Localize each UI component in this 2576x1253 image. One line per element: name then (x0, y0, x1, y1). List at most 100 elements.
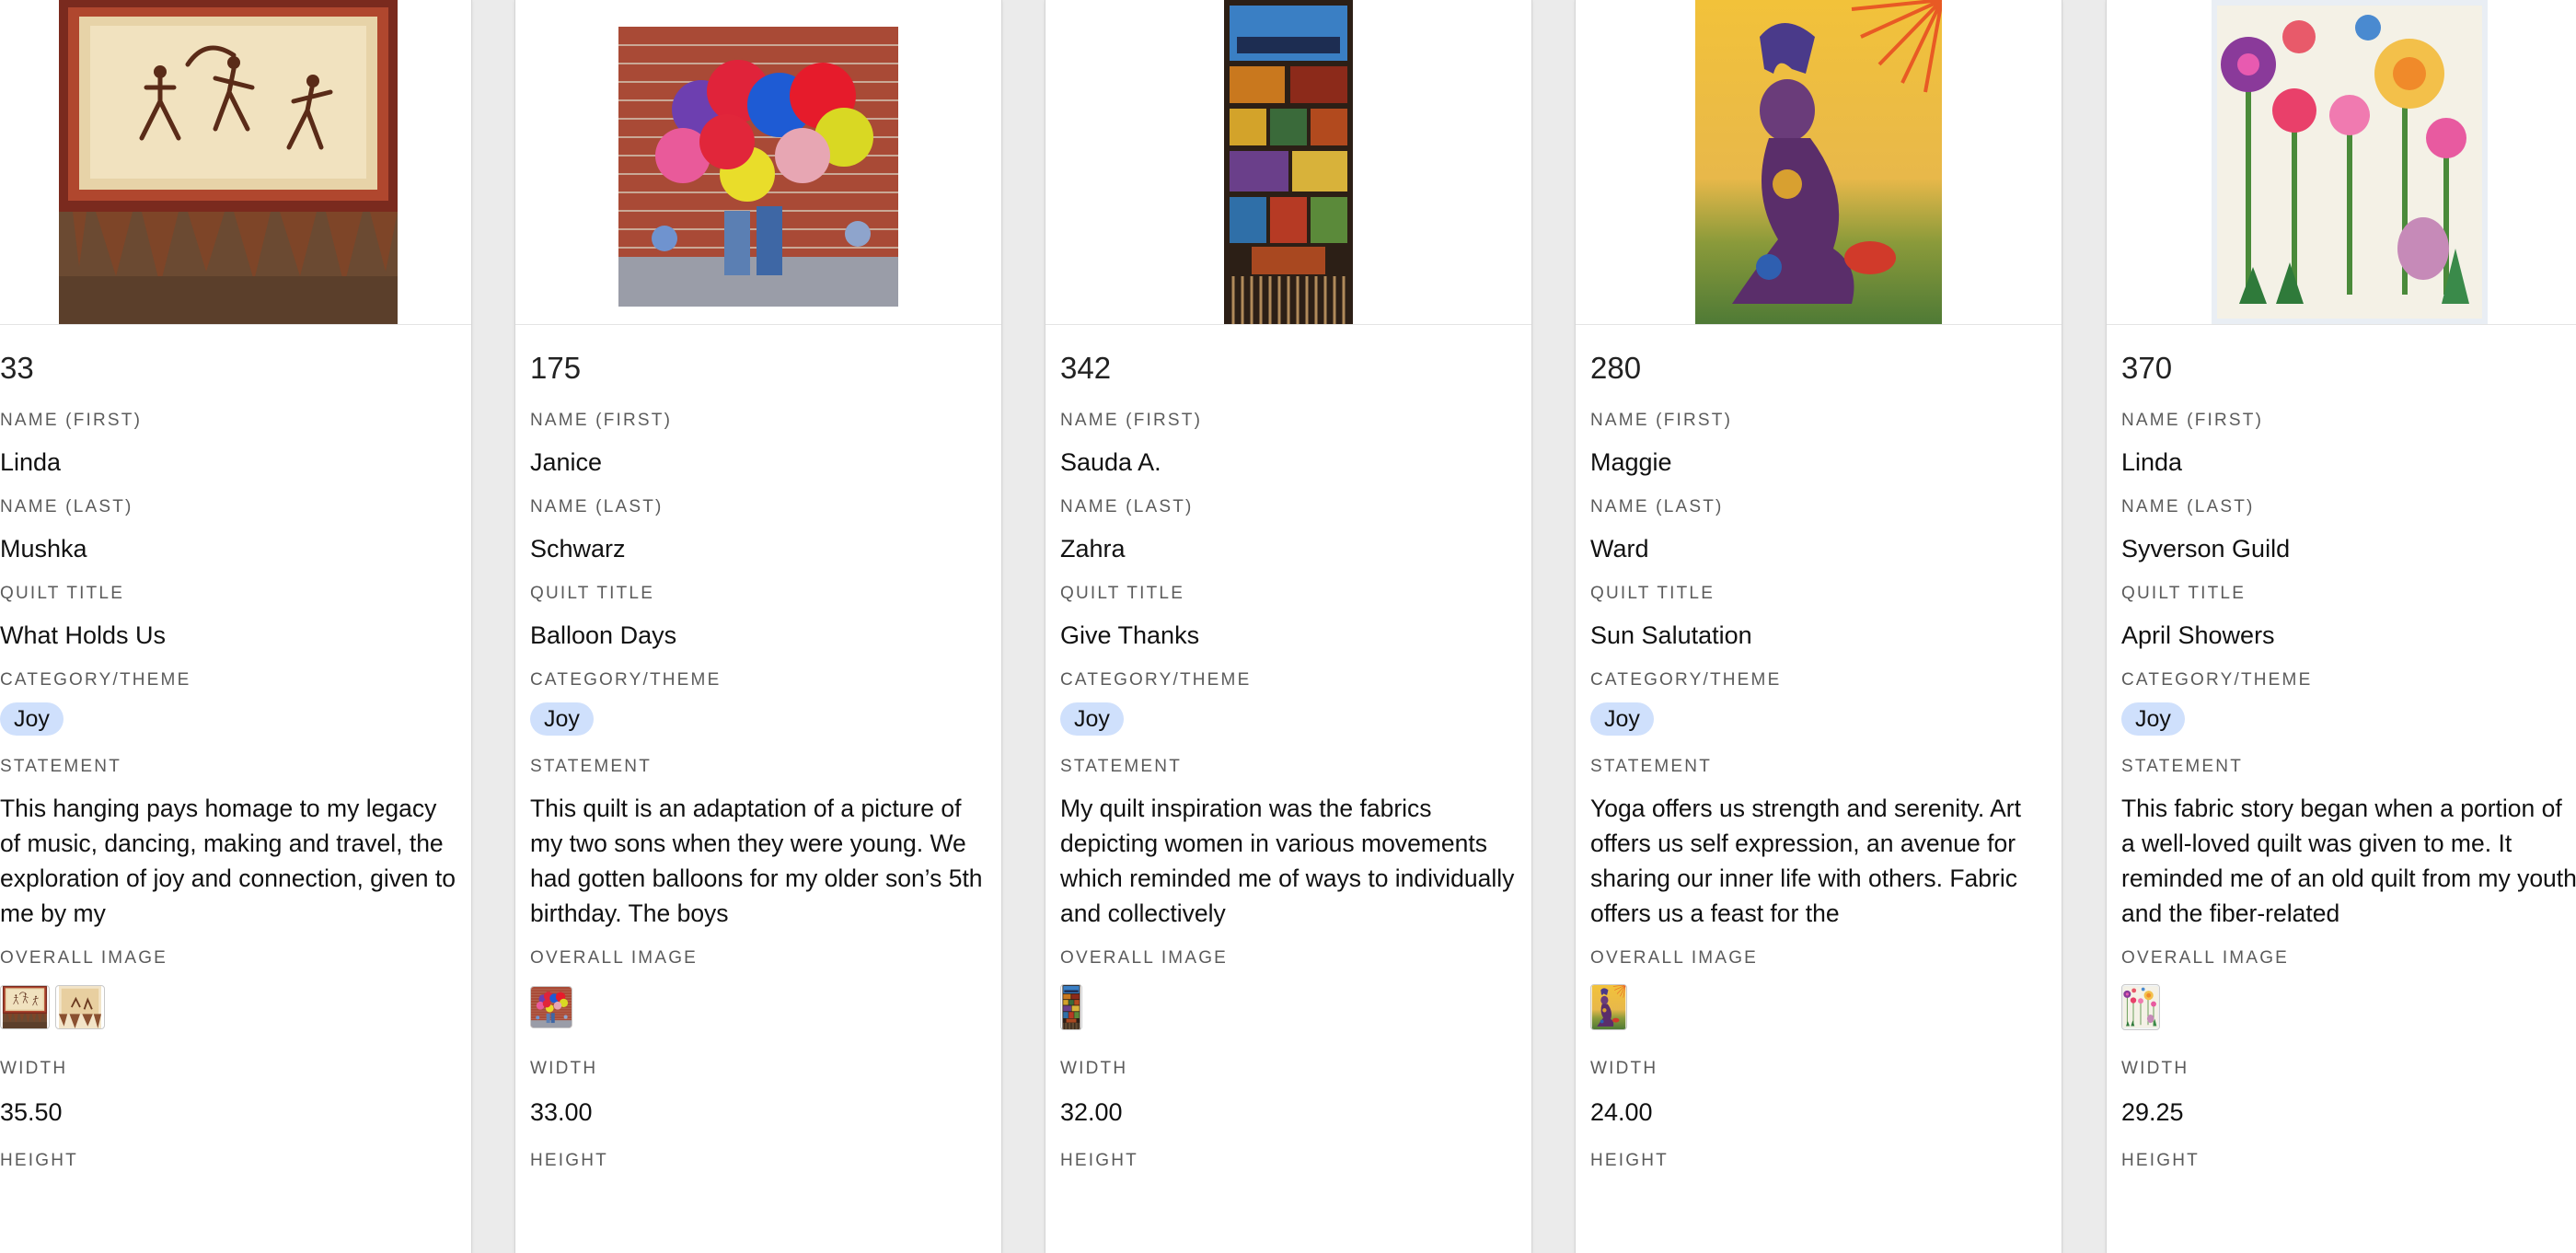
field-label-width: WIDTH (1060, 1059, 1128, 1078)
quilt-image (1224, 0, 1353, 324)
field-label-height: HEIGHT (1590, 1151, 1669, 1170)
quilt-title-value: April Showers (2121, 621, 2275, 649)
field-label-statement: STATEMENT (2121, 757, 2244, 776)
record-id: 280 (1590, 351, 1642, 385)
name-first-value: Maggie (1590, 448, 1672, 476)
cover-image[interactable] (515, 0, 1001, 325)
cover-image[interactable] (2107, 0, 2576, 325)
quilt-image (59, 0, 398, 324)
name-first-value: Linda (0, 448, 62, 476)
field-label-statement: STATEMENT (0, 757, 122, 776)
width-value: 35.50 (0, 1098, 63, 1126)
cover-image[interactable] (1045, 0, 1531, 325)
overall-image-thumbnail[interactable] (530, 986, 572, 1028)
name-first-value: Sauda A. (1060, 448, 1161, 476)
field-label-height: HEIGHT (0, 1151, 78, 1170)
name-last-value: Ward (1590, 535, 1649, 563)
field-label-width: WIDTH (2121, 1059, 2189, 1078)
category-tag: Joy (0, 702, 64, 736)
field-label-category: CATEGORY/THEME (1590, 670, 1782, 690)
field-label-quilt-title: QUILT TITLE (1590, 584, 1715, 603)
name-last-value: Zahra (1060, 535, 1126, 563)
width-value: 24.00 (1590, 1098, 1653, 1126)
record-id: 342 (1060, 351, 1112, 385)
field-label-statement: STATEMENT (1060, 757, 1183, 776)
quilt-card[interactable]: 175 NAME (FIRST) Janice NAME (LAST) Schw… (515, 0, 1001, 1253)
field-label-category: CATEGORY/THEME (1060, 670, 1252, 690)
overall-image-thumbnail[interactable] (55, 985, 105, 1029)
statement-text: This hanging pays homage to my legacy of… (0, 795, 456, 927)
width-value: 29.25 (2121, 1098, 2184, 1126)
overall-image-thumbnails (1060, 984, 1517, 1030)
overall-image-thumbnail[interactable] (0, 985, 50, 1029)
field-label-height: HEIGHT (2121, 1151, 2200, 1170)
cover-image[interactable] (0, 0, 471, 325)
quilt-image (618, 27, 898, 307)
field-label-category: CATEGORY/THEME (2121, 670, 2313, 690)
quilt-card[interactable]: 33 NAME (FIRST) Linda NAME (LAST) Mushka… (0, 0, 471, 1253)
field-label-quilt-title: QUILT TITLE (530, 584, 655, 603)
quilt-card[interactable]: 370 NAME (FIRST) Linda NAME (LAST) Syver… (2107, 0, 2576, 1253)
field-label-overall-image: OVERALL IMAGE (0, 948, 168, 968)
cover-image[interactable] (1576, 0, 2062, 325)
field-label-width: WIDTH (530, 1059, 598, 1078)
field-label-quilt-title: QUILT TITLE (2121, 584, 2247, 603)
field-label-overall-image: OVERALL IMAGE (2121, 948, 2290, 968)
statement-text: My quilt inspiration was the fabrics dep… (1060, 795, 1515, 927)
field-label-name-last: NAME (LAST) (1060, 497, 1194, 516)
field-label-name-first: NAME (FIRST) (0, 411, 143, 430)
overall-image-thumbnails (530, 984, 987, 1030)
statement-text: This fabric story began when a portion o… (2121, 795, 2576, 927)
overall-image-thumbnails (0, 984, 456, 1030)
record-id: 370 (2121, 351, 2173, 385)
quilt-card[interactable]: 280 NAME (FIRST) Maggie NAME (LAST) Ward… (1576, 0, 2062, 1253)
overall-image-thumbnail[interactable] (1590, 984, 1627, 1030)
field-label-overall-image: OVERALL IMAGE (1590, 948, 1759, 968)
width-value: 33.00 (530, 1098, 593, 1126)
record-id: 175 (530, 351, 582, 385)
field-label-width: WIDTH (0, 1059, 68, 1078)
overall-image-thumbnail[interactable] (2121, 984, 2160, 1030)
name-first-value: Janice (530, 448, 603, 476)
name-last-value: Mushka (0, 535, 87, 563)
field-label-overall-image: OVERALL IMAGE (1060, 948, 1229, 968)
quilt-image (1695, 0, 1942, 324)
field-label-category: CATEGORY/THEME (530, 670, 722, 690)
field-label-overall-image: OVERALL IMAGE (530, 948, 699, 968)
field-label-category: CATEGORY/THEME (0, 670, 191, 690)
quilt-title-value: What Holds Us (0, 621, 167, 649)
field-label-statement: STATEMENT (1590, 757, 1713, 776)
category-tag: Joy (530, 702, 594, 736)
quilt-title-value: Sun Salutation (1590, 621, 1752, 649)
field-label-height: HEIGHT (1060, 1151, 1138, 1170)
field-label-quilt-title: QUILT TITLE (1060, 584, 1185, 603)
field-label-statement: STATEMENT (530, 757, 653, 776)
field-label-width: WIDTH (1590, 1059, 1658, 1078)
quilt-image (2212, 0, 2488, 324)
overall-image-thumbnail[interactable] (1060, 984, 1082, 1030)
field-label-name-last: NAME (LAST) (0, 497, 133, 516)
field-label-name-last: NAME (LAST) (1590, 497, 1724, 516)
field-label-name-first: NAME (FIRST) (1060, 411, 1203, 430)
category-tag: Joy (1060, 702, 1124, 736)
field-label-name-first: NAME (FIRST) (2121, 411, 2264, 430)
name-last-value: Schwarz (530, 535, 626, 563)
record-id: 33 (0, 351, 34, 385)
field-label-quilt-title: QUILT TITLE (0, 584, 125, 603)
field-label-name-first: NAME (FIRST) (530, 411, 673, 430)
category-tag: Joy (2121, 702, 2185, 736)
overall-image-thumbnails (1590, 984, 2047, 1030)
statement-text: Yoga offers us strength and serenity. Ar… (1590, 795, 2021, 927)
category-tag: Joy (1590, 702, 1654, 736)
overall-image-thumbnails (2121, 984, 2576, 1030)
field-label-name-last: NAME (LAST) (530, 497, 664, 516)
name-last-value: Syverson Guild (2121, 535, 2291, 563)
statement-text: This quilt is an adaptation of a picture… (530, 795, 983, 927)
field-label-height: HEIGHT (530, 1151, 608, 1170)
quilt-title-value: Give Thanks (1060, 621, 1200, 649)
quilt-title-value: Balloon Days (530, 621, 677, 649)
width-value: 32.00 (1060, 1098, 1123, 1126)
quilt-card[interactable]: 342 NAME (FIRST) Sauda A. NAME (LAST) Za… (1045, 0, 1531, 1253)
field-label-name-last: NAME (LAST) (2121, 497, 2255, 516)
name-first-value: Linda (2121, 448, 2183, 476)
